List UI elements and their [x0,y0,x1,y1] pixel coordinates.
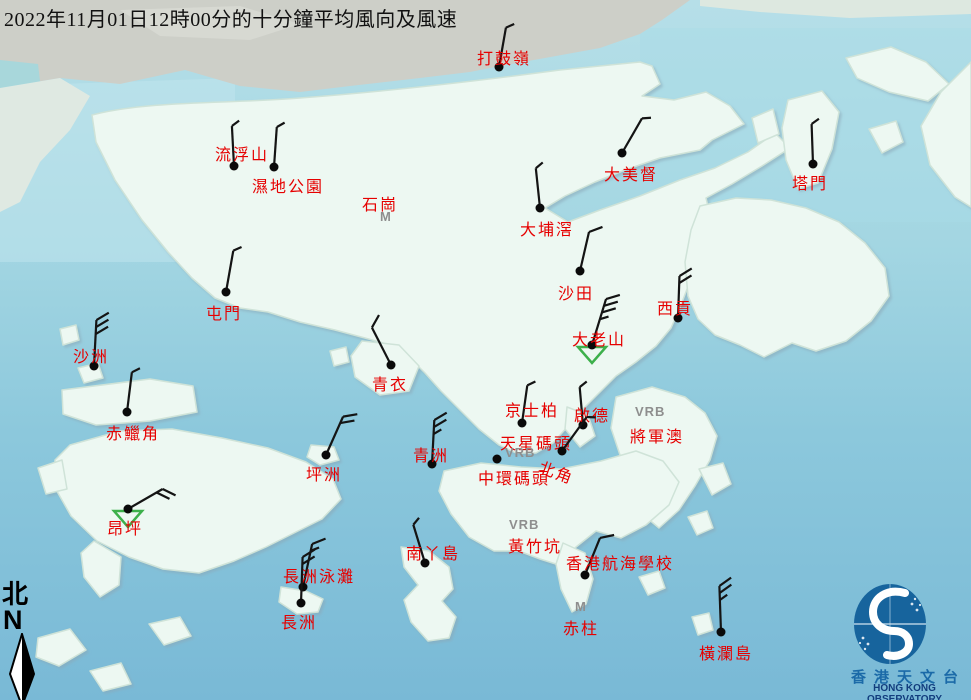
station-label-sha-chau: 沙洲 [73,343,109,367]
station-marker-wetland-park [209,102,339,232]
wind-barb-icon [622,114,651,157]
station-marker-cheung-chau [236,538,366,668]
station-label-peng-chau: 坪洲 [306,461,342,485]
station-label-wong-chuk-hang: 黃竹坑 [508,533,562,557]
wind-barb-icon [719,578,733,632]
station-label-tseung-kwan-o: 將軍澳 [630,423,684,447]
station-label-waglan-island: 橫瀾島 [699,640,753,664]
station-label-tap-mun: 塔門 [792,170,828,194]
station-dot [387,361,396,370]
hko-name-en: HONG KONG OBSERVATORY [836,683,971,700]
station-dot [576,267,585,276]
station-dot [536,204,545,213]
station-label-cheung-chau: 長洲 [281,609,317,633]
station-marker-tuen-mun [161,227,291,357]
wind-barb-icon [811,119,820,164]
wind-barb-icon [580,224,602,273]
station-label-chek-lap-kok: 赤鱲角 [106,420,160,444]
station-dot [297,599,306,608]
station-label-sai-kung: 西貢 [657,295,693,319]
vrb-annotation-wong-chuk-hang: VRB [509,517,539,532]
wind-barb-icon [368,315,401,365]
station-marker-tai-mei-tuk [557,88,687,218]
station-label-hk-sea-school: 香港航海學校 [566,550,674,574]
station-label-tsing-yi: 青衣 [372,371,408,395]
station-label-kai-tak: 啟德 [574,402,610,426]
station-dot [717,628,726,637]
station-label-lau-fau-shan: 流浮山 [215,141,269,165]
station-dot [809,160,818,169]
station-label-tai-po-kau: 大埔滘 [520,216,574,240]
station-marker-waglan-island [656,567,786,697]
station-dot [123,408,132,417]
station-label-lamma-island: 南丫島 [406,540,460,564]
station-label-ta-kwu-ling: 打鼓嶺 [477,45,531,69]
north-arrow-icon [2,633,42,700]
station-label-kings-park: 京士柏 [505,397,559,421]
wind-barb-icon [535,162,547,208]
missing-annotation-shek-kong: M [380,209,392,224]
station-label-tuen-mun: 屯門 [206,300,242,324]
compass-letter: N [3,608,42,633]
stations-layer: 打鼓嶺流浮山濕地公園石崗M大美督塔門大埔滘沙田西貢屯門沙洲大老山青衣赤鱲角坪洲昂… [0,0,971,700]
station-label-stanley: 赤柱 [563,615,599,639]
station-label-ngong-ping: 昂坪 [107,515,143,539]
station-marker-tai-po-kau [475,143,605,273]
wind-barb-icon [326,409,357,460]
station-label-wetland-park: 濕地公園 [252,173,324,197]
station-marker-ngong-ping [63,444,193,574]
station-label-green-island: 青洲 [413,442,449,466]
station-marker-tap-mun [748,99,878,229]
station-marker-tsing-yi [326,300,456,430]
station-dot [124,505,133,514]
station-marker-lau-fau-shan [169,101,299,231]
hko-logo: 香港天文台 HONG KONG OBSERVATORY [838,580,971,700]
missing-annotation-stanley: M [575,599,587,614]
hko-logo-icon [838,580,971,666]
station-label-tates-cairn: 大老山 [572,326,626,350]
station-dot [493,455,502,464]
north-compass: 北 N [2,582,42,700]
station-dot [322,451,331,460]
station-dot [222,288,231,297]
station-marker-peng-chau [261,390,391,520]
station-label-cheung-chau-beach: 長洲泳灘 [283,563,355,587]
wind-barb-icon [274,122,285,167]
station-label-sha-tin: 沙田 [558,280,594,304]
wind-barb-icon [127,367,140,413]
station-dot [270,163,279,172]
wind-barb-icon [226,246,242,294]
wind-map-stage: 2022年11月01日12時00分的十分鐘平均風向及風速 打鼓嶺流浮山濕地公園石… [0,0,971,700]
station-dot [618,149,627,158]
vrb-annotation-star-ferry: VRB [505,445,535,460]
vrb-annotation-tseung-kwan-o: VRB [635,404,665,419]
station-label-tai-mei-tuk: 大美督 [604,161,658,185]
